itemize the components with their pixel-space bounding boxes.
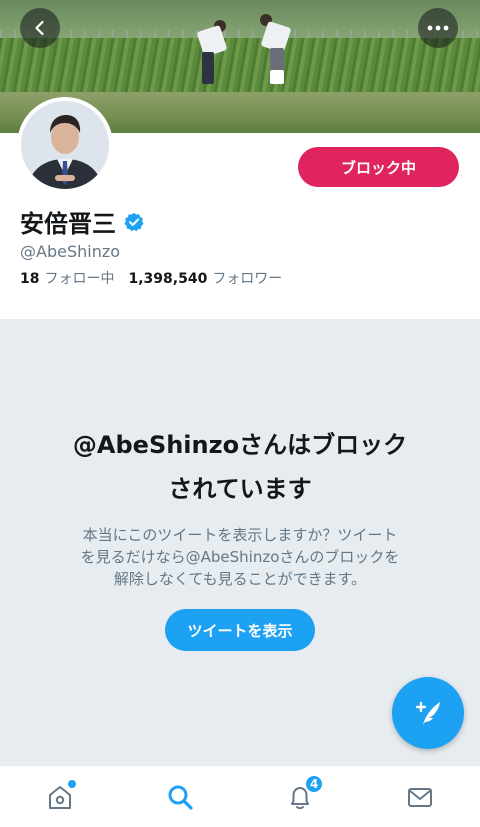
blocked-title-line-2: されています — [168, 475, 312, 503]
chevron-left-icon — [35, 20, 44, 36]
tab-notifications[interactable]: 4 — [280, 774, 325, 814]
banner-person-right — [258, 12, 292, 86]
tab-search[interactable] — [160, 780, 200, 814]
profile-name: 安倍晋三 — [20, 210, 116, 238]
home-new-indicator — [68, 780, 76, 788]
blocked-notice-description: 本当にこのツイートを表示しますか？ツイート を見るだけなら@AbeShinzoさ… — [40, 524, 440, 590]
followers-count: 1,398,540 — [128, 271, 208, 287]
following-stat[interactable]: 18 フォロー中 — [20, 268, 114, 288]
profile-avatar[interactable] — [17, 97, 113, 193]
compose-tweet-button[interactable] — [392, 677, 464, 749]
blocked-title-line-1: @AbeShinzoさんはブロック — [72, 431, 408, 459]
back-button[interactable] — [20, 8, 60, 48]
banner-rice-field — [0, 38, 480, 100]
blocked-notice-title: @AbeShinzoさんはブロック されています — [20, 423, 460, 511]
verified-badge-icon — [124, 212, 144, 231]
following-count: 18 — [20, 271, 40, 287]
bottom-tab-bar: 4 — [0, 765, 480, 827]
banner-person-left — [196, 18, 228, 88]
tab-messages[interactable] — [400, 780, 440, 814]
blocking-button[interactable]: ブロック中 — [298, 147, 459, 187]
view-tweets-button[interactable]: ツイートを表示 — [165, 609, 315, 651]
followers-stat[interactable]: 1,398,540 フォロワー — [128, 268, 282, 288]
blocked-desc-line-2: を見るだけなら@AbeShinzoさんのブロックを — [80, 548, 400, 566]
compose-tweet-icon — [415, 701, 440, 725]
blocked-desc-line-3: 解除しなくても見ることができます。 — [113, 570, 367, 588]
more-horizontal-icon — [427, 25, 449, 31]
notification-count-badge: 4 — [304, 774, 325, 794]
profile-name-row: 安倍晋三 — [20, 204, 144, 239]
following-label: フォロー中 — [44, 271, 115, 287]
followers-label: フォロワー — [212, 271, 283, 287]
search-icon — [168, 785, 193, 810]
more-options-button[interactable] — [418, 8, 458, 48]
blocked-desc-line-1: 本当にこのツイートを表示しますか？ツイート — [82, 526, 398, 544]
avatar-portrait — [21, 101, 109, 189]
profile-handle: @AbeShinzo — [20, 242, 121, 261]
profile-stats: 18 フォロー中 1,398,540 フォロワー — [20, 268, 282, 288]
tab-home[interactable] — [40, 780, 80, 814]
mail-icon — [408, 788, 432, 807]
